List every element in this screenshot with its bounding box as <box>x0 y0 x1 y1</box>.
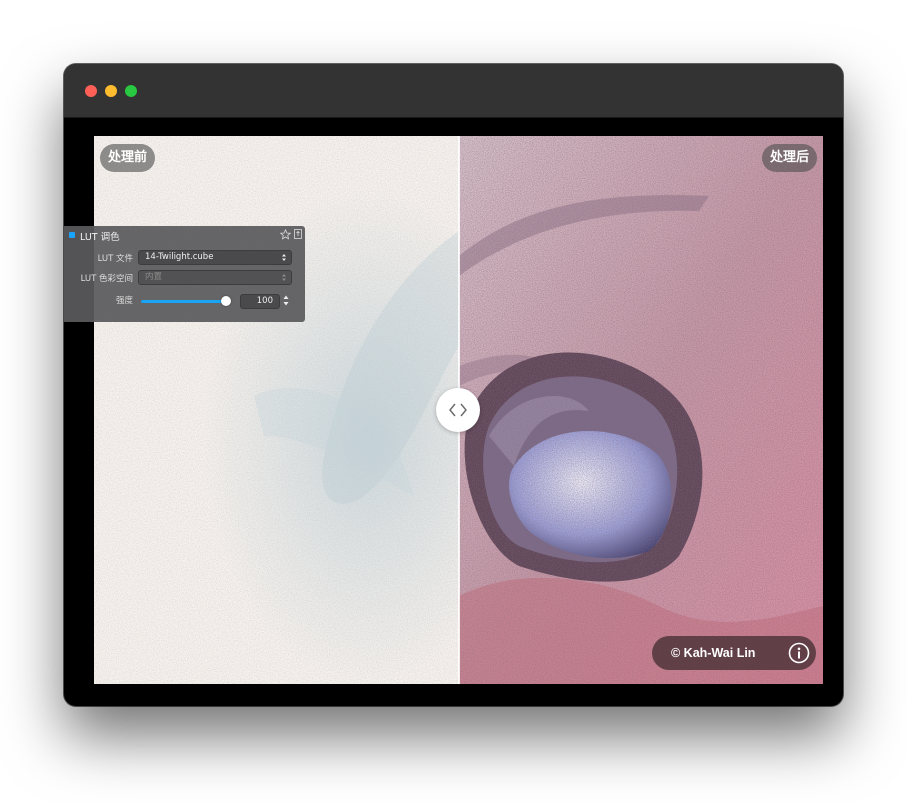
strength-slider-knob[interactable] <box>221 296 231 306</box>
app-window: 处理前 处理后 © Kah-Wai Lin LUT 调色 LUT 文件 14-T… <box>64 64 843 706</box>
credit-text: © Kah-Wai Lin <box>671 646 756 660</box>
updown-arrows-icon <box>282 254 286 261</box>
after-image <box>459 136 823 684</box>
after-label: 处理后 <box>761 144 817 172</box>
close-button[interactable] <box>85 85 97 97</box>
zoom-button[interactable] <box>125 85 137 97</box>
minimize-button[interactable] <box>105 85 117 97</box>
title-bar <box>64 64 843 118</box>
star-icon[interactable] <box>280 229 291 240</box>
comparison-viewer[interactable]: 处理前 处理后 © Kah-Wai Lin <box>94 136 823 684</box>
strength-slider[interactable] <box>141 296 231 306</box>
colorspace-value: 内置 <box>145 272 163 282</box>
strength-input[interactable]: 100 <box>240 294 280 309</box>
colorspace-label: LUT 色彩空间 <box>80 274 133 284</box>
split-handle[interactable] <box>436 388 480 432</box>
enable-checkbox[interactable] <box>69 232 75 238</box>
colorspace-select[interactable]: 内置 <box>138 270 292 285</box>
photo-credit: © Kah-Wai Lin <box>652 636 816 670</box>
lut-file-label: LUT 文件 <box>97 254 133 264</box>
lut-panel-header: LUT 调色 <box>64 226 305 244</box>
export-icon[interactable] <box>294 229 302 239</box>
before-label: 处理前 <box>100 144 156 172</box>
strength-slider-fill <box>141 300 226 303</box>
before-image <box>94 136 459 684</box>
strength-label: 强度 <box>115 296 133 306</box>
lut-file-select[interactable]: 14-Twilight.cube <box>138 250 292 265</box>
lut-file-value: 14-Twilight.cube <box>145 252 214 262</box>
info-icon[interactable] <box>788 642 810 664</box>
lut-panel: LUT 调色 LUT 文件 14-Twilight.cube LUT 色彩空间 … <box>64 226 305 322</box>
chevrons-left-right-icon <box>449 403 467 417</box>
strength-value: 100 <box>256 296 273 306</box>
lut-panel-title: LUT 调色 <box>80 232 120 243</box>
updown-arrows-icon <box>282 274 286 281</box>
strength-stepper[interactable] <box>282 293 290 308</box>
